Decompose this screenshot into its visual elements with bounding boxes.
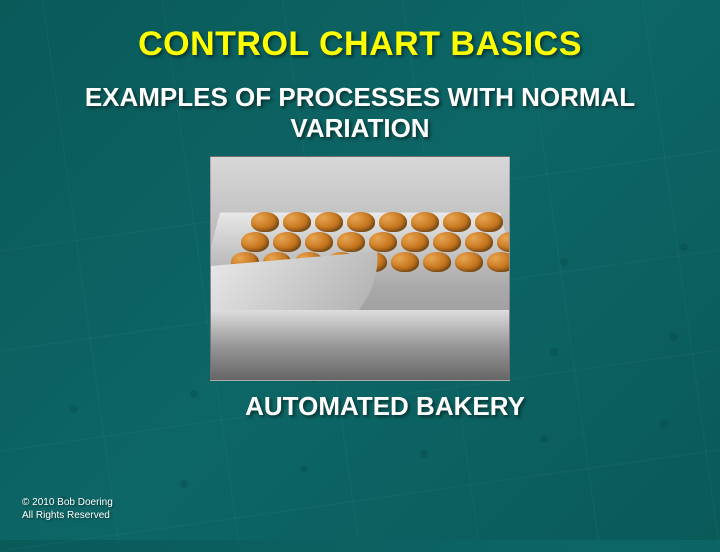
- bakery-image: [210, 156, 510, 381]
- image-caption: AUTOMATED BAKERY: [245, 391, 525, 422]
- slide-title: CONTROL CHART BASICS: [138, 25, 582, 64]
- slide-subtitle: EXAMPLES OF PROCESSES WITH NORMAL VARIAT…: [60, 82, 660, 144]
